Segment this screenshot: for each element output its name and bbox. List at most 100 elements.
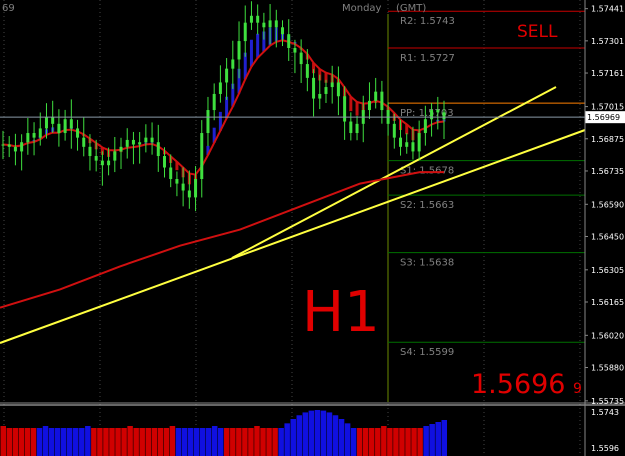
histogram-bar bbox=[296, 415, 303, 456]
histogram-bar bbox=[399, 428, 405, 456]
histogram-scale-bottom: 1.5596 bbox=[591, 444, 619, 453]
histogram-bar bbox=[127, 426, 133, 456]
candle-body bbox=[107, 160, 111, 166]
histogram-bar bbox=[42, 426, 49, 456]
histogram-bar bbox=[205, 428, 212, 456]
histogram-bar bbox=[356, 428, 363, 456]
candle-body bbox=[1, 144, 5, 146]
candle-body bbox=[256, 15, 260, 23]
candle-body bbox=[144, 137, 148, 143]
histogram-bar bbox=[66, 428, 73, 456]
candle-body bbox=[131, 139, 135, 145]
histogram-bar bbox=[115, 428, 121, 456]
histogram-bar bbox=[242, 428, 248, 456]
candle-body bbox=[274, 20, 278, 28]
histogram-bar bbox=[405, 428, 411, 456]
histogram-bar bbox=[193, 428, 200, 456]
candle-body bbox=[57, 123, 61, 134]
candle-body bbox=[150, 137, 154, 143]
candle-body bbox=[119, 146, 123, 152]
histogram-bar bbox=[362, 428, 369, 456]
histogram-bar bbox=[187, 428, 194, 456]
candle-body bbox=[405, 142, 409, 147]
candle-body bbox=[399, 137, 403, 147]
histogram-bar bbox=[169, 426, 176, 456]
candle-body bbox=[20, 142, 24, 152]
candle-body bbox=[206, 110, 210, 134]
candle-body bbox=[262, 22, 266, 28]
current-price-label: 1.5696 bbox=[471, 369, 565, 400]
price-tick-label: 1.56590 bbox=[591, 200, 624, 209]
candle-body bbox=[187, 190, 191, 198]
price-tick-label: 1.56450 bbox=[591, 232, 624, 241]
histogram-bar bbox=[435, 422, 441, 456]
histogram-bar bbox=[248, 428, 254, 456]
candle-body bbox=[181, 183, 185, 191]
histogram-bar bbox=[109, 428, 115, 456]
price-tick-label: 1.57301 bbox=[591, 37, 624, 46]
pivot-label: R2: 1.5743 bbox=[400, 16, 455, 27]
trendline-long bbox=[0, 129, 586, 344]
histogram-bar bbox=[224, 428, 230, 456]
histogram-bar bbox=[97, 428, 103, 456]
price-tick-label: 1.57015 bbox=[591, 103, 624, 112]
histogram-bar bbox=[441, 420, 447, 456]
candle-body bbox=[355, 123, 359, 134]
histogram-bar bbox=[411, 428, 417, 456]
candle-body bbox=[94, 156, 98, 161]
candle-body bbox=[7, 144, 11, 147]
candle-body bbox=[299, 52, 303, 65]
candle-body bbox=[349, 121, 353, 134]
candle-body bbox=[69, 119, 73, 129]
candle-body bbox=[305, 64, 309, 78]
histogram-bar bbox=[163, 428, 170, 456]
histogram-bar bbox=[85, 426, 91, 456]
histogram-bar bbox=[260, 428, 266, 456]
candle-body bbox=[243, 22, 247, 42]
price-tick-label: 1.56165 bbox=[591, 298, 624, 307]
bid-tag-label: 1.56969 bbox=[587, 113, 620, 122]
histogram-bar bbox=[429, 424, 435, 456]
histogram-bar bbox=[24, 428, 31, 456]
histogram-bar bbox=[217, 428, 224, 456]
candle-body bbox=[417, 133, 421, 152]
candle-body bbox=[76, 128, 80, 138]
fast-ma-line bbox=[2, 39, 445, 176]
histogram-bar bbox=[254, 426, 260, 456]
candle-body bbox=[63, 119, 67, 134]
candle-body bbox=[26, 133, 30, 143]
candle-body bbox=[162, 156, 166, 168]
histogram-bar bbox=[290, 419, 296, 456]
top-label-day: Monday bbox=[342, 3, 382, 14]
top-label-timezone: (GMT) bbox=[396, 3, 426, 14]
candle-body bbox=[343, 96, 347, 122]
histogram-bar bbox=[48, 428, 55, 456]
candle-body bbox=[218, 82, 222, 94]
candle-body bbox=[51, 116, 55, 124]
histogram-bar bbox=[6, 428, 13, 456]
top-label-left: 69 bbox=[2, 3, 15, 14]
candle-body bbox=[336, 82, 340, 97]
histogram-bar bbox=[91, 428, 97, 456]
candle-body bbox=[225, 68, 229, 83]
histogram-bar bbox=[278, 428, 284, 456]
candle-body bbox=[268, 20, 272, 28]
histogram-bar bbox=[314, 410, 321, 456]
candle-body bbox=[212, 93, 216, 111]
pivot-label: S4: 1.5599 bbox=[400, 347, 454, 358]
signal-label: SELL bbox=[517, 22, 558, 42]
histogram-bar bbox=[308, 410, 315, 456]
candle-body bbox=[194, 179, 198, 198]
histogram-bar bbox=[157, 428, 164, 456]
candle-body bbox=[436, 110, 440, 113]
histogram-bar bbox=[199, 428, 206, 456]
histogram-scale-top: 1.5743 bbox=[591, 408, 619, 417]
moving-average-ribbon bbox=[2, 27, 446, 185]
histogram-bar bbox=[320, 410, 327, 456]
histogram-bar bbox=[369, 428, 375, 456]
bid-line: 1.56969 bbox=[0, 111, 625, 124]
histogram-bar bbox=[151, 428, 158, 456]
histogram-bar bbox=[72, 428, 79, 456]
price-tick-label: 1.55735 bbox=[591, 397, 624, 406]
candle-body bbox=[237, 41, 241, 60]
